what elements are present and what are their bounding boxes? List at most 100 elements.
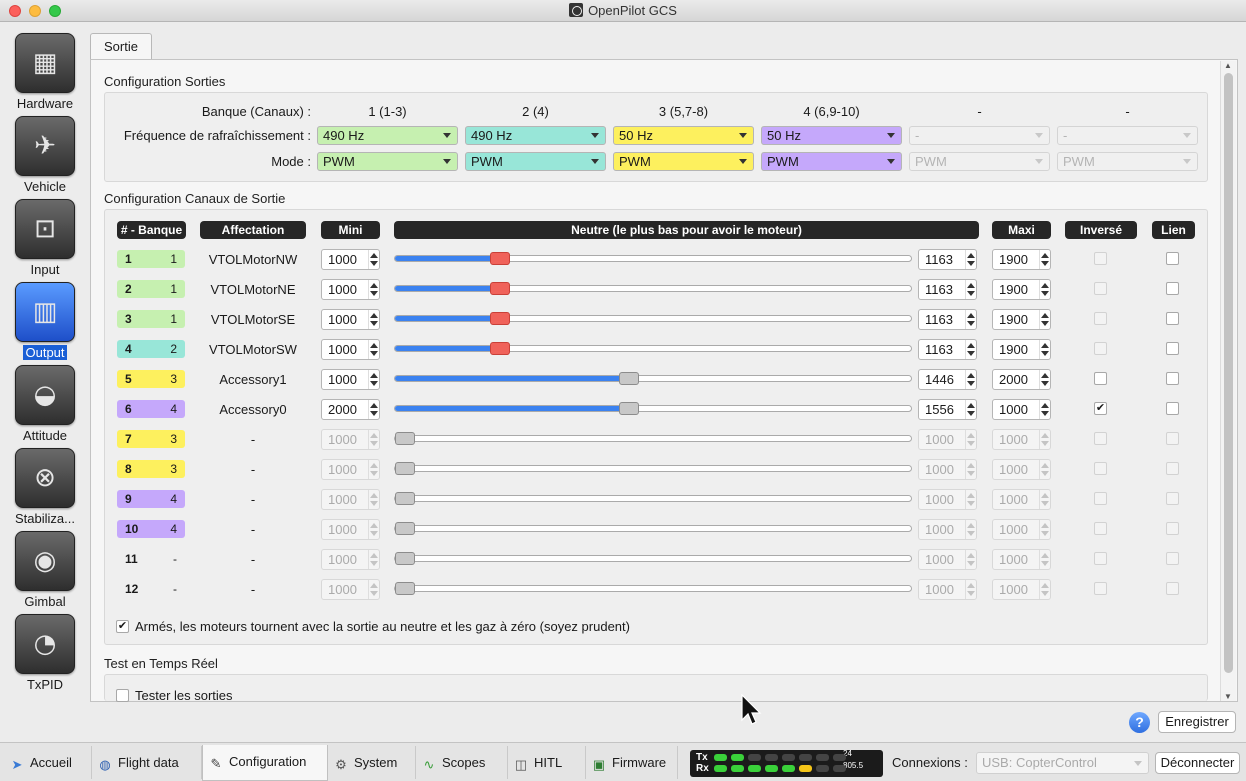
min-spinbox[interactable]: 1000 — [321, 249, 380, 270]
slider-handle[interactable] — [490, 342, 510, 355]
spin-arrows-icon[interactable] — [368, 580, 378, 599]
neutral-spinbox[interactable]: 1000 — [918, 519, 977, 540]
neutral-spinbox[interactable]: 1163 — [918, 249, 977, 270]
reversed-checkbox[interactable] — [1094, 312, 1107, 325]
link-checkbox[interactable] — [1166, 462, 1179, 475]
reversed-checkbox[interactable] — [1094, 372, 1107, 385]
slider-handle[interactable] — [619, 402, 639, 415]
bank-mode-select[interactable]: PWM — [761, 152, 902, 171]
disconnect-button[interactable]: Déconnecter — [1155, 752, 1240, 774]
neutral-spinbox[interactable]: 1000 — [918, 489, 977, 510]
bank-rate-select[interactable]: 490 Hz — [465, 126, 606, 145]
link-checkbox[interactable] — [1166, 522, 1179, 535]
spin-arrows-icon[interactable] — [965, 520, 975, 539]
link-checkbox[interactable] — [1166, 312, 1179, 325]
reversed-checkbox[interactable] — [1094, 492, 1107, 505]
bank-rate-select[interactable]: 50 Hz — [613, 126, 754, 145]
min-spinbox[interactable]: 1000 — [321, 279, 380, 300]
sidebar-item-output[interactable]: ▥ Output — [0, 282, 90, 362]
bank-rate-select[interactable]: 490 Hz — [317, 126, 458, 145]
bank-mode-select[interactable]: PWM — [909, 152, 1050, 171]
spin-arrows-icon[interactable] — [1039, 580, 1049, 599]
max-spinbox[interactable]: 1900 — [992, 279, 1051, 300]
tab-hitl[interactable]: ◫ HITL — [508, 746, 586, 779]
max-spinbox[interactable]: 1000 — [992, 579, 1051, 600]
connection-device-select[interactable]: USB: CopterControl — [976, 752, 1149, 774]
save-button[interactable]: Enregistrer — [1158, 711, 1236, 733]
spin-arrows-icon[interactable] — [368, 520, 378, 539]
bank-mode-select[interactable]: PWM — [465, 152, 606, 171]
max-spinbox[interactable]: 1000 — [992, 399, 1051, 420]
slider-handle[interactable] — [395, 432, 415, 445]
link-checkbox[interactable] — [1166, 432, 1179, 445]
link-checkbox[interactable] — [1166, 252, 1179, 265]
neutral-slider[interactable] — [394, 582, 912, 595]
reversed-checkbox[interactable] — [1094, 462, 1107, 475]
reversed-checkbox[interactable] — [1094, 582, 1107, 595]
slider-handle[interactable] — [490, 312, 510, 325]
sidebar-item-gimbal[interactable]: ◉ Gimbal — [0, 531, 90, 611]
slider-handle[interactable] — [395, 522, 415, 535]
min-spinbox[interactable]: 1000 — [321, 339, 380, 360]
neutral-slider[interactable] — [394, 252, 912, 265]
link-checkbox[interactable] — [1166, 402, 1179, 415]
bank-mode-select[interactable]: PWM — [1057, 152, 1198, 171]
link-checkbox[interactable] — [1166, 342, 1179, 355]
max-spinbox[interactable]: 1900 — [992, 309, 1051, 330]
spin-arrows-icon[interactable] — [1039, 550, 1049, 569]
slider-handle[interactable] — [395, 552, 415, 565]
spin-arrows-icon[interactable] — [965, 460, 975, 479]
tab-sortie[interactable]: Sortie — [90, 33, 152, 60]
scrollbar-thumb[interactable] — [1224, 73, 1233, 673]
spin-arrows-icon[interactable] — [1039, 340, 1049, 359]
min-spinbox[interactable]: 1000 — [321, 309, 380, 330]
neutral-slider[interactable] — [394, 402, 912, 415]
sidebar-item-vehicle[interactable]: ✈ Vehicle — [0, 116, 90, 196]
neutral-spinbox[interactable]: 1000 — [918, 549, 977, 570]
armed-checkbox[interactable]: ✔ — [116, 620, 129, 633]
scroll-up-icon[interactable]: ▲ — [1224, 61, 1232, 70]
reversed-checkbox[interactable] — [1094, 552, 1107, 565]
bank-rate-select[interactable]: - — [909, 126, 1050, 145]
help-icon[interactable]: ? — [1129, 712, 1150, 733]
neutral-slider[interactable] — [394, 492, 912, 505]
sidebar-item-hardware[interactable]: ▦ Hardware — [0, 33, 90, 113]
link-checkbox[interactable] — [1166, 492, 1179, 505]
min-spinbox[interactable]: 1000 — [321, 459, 380, 480]
neutral-spinbox[interactable]: 1556 — [918, 399, 977, 420]
tab-firmware[interactable]: ▣ Firmware — [586, 746, 678, 779]
reversed-checkbox[interactable] — [1094, 282, 1107, 295]
spin-arrows-icon[interactable] — [368, 490, 378, 509]
reversed-checkbox[interactable] — [1094, 432, 1107, 445]
min-spinbox[interactable]: 1000 — [321, 519, 380, 540]
spin-arrows-icon[interactable] — [368, 340, 378, 359]
spin-arrows-icon[interactable] — [965, 430, 975, 449]
tab-system[interactable]: ⚙ System — [328, 746, 416, 779]
min-spinbox[interactable]: 2000 — [321, 399, 380, 420]
slider-handle[interactable] — [395, 462, 415, 475]
spin-arrows-icon[interactable] — [965, 370, 975, 389]
spin-arrows-icon[interactable] — [965, 250, 975, 269]
sidebar-item-txpid[interactable]: ◔ TxPID — [0, 614, 90, 694]
reversed-checkbox[interactable] — [1094, 522, 1107, 535]
reversed-checkbox[interactable]: ✔ — [1094, 402, 1107, 415]
spin-arrows-icon[interactable] — [368, 280, 378, 299]
neutral-spinbox[interactable]: 1163 — [918, 309, 977, 330]
max-spinbox[interactable]: 1000 — [992, 429, 1051, 450]
sidebar-item-attitude[interactable]: ◒ Attitude — [0, 365, 90, 445]
spin-arrows-icon[interactable] — [1039, 250, 1049, 269]
neutral-spinbox[interactable]: 1000 — [918, 429, 977, 450]
neutral-slider[interactable] — [394, 282, 912, 295]
spin-arrows-icon[interactable] — [368, 400, 378, 419]
spin-arrows-icon[interactable] — [1039, 520, 1049, 539]
neutral-spinbox[interactable]: 1163 — [918, 339, 977, 360]
link-checkbox[interactable] — [1166, 372, 1179, 385]
min-spinbox[interactable]: 1000 — [321, 549, 380, 570]
spin-arrows-icon[interactable] — [368, 250, 378, 269]
neutral-slider[interactable] — [394, 432, 912, 445]
max-spinbox[interactable]: 1900 — [992, 249, 1051, 270]
neutral-slider[interactable] — [394, 372, 912, 385]
spin-arrows-icon[interactable] — [965, 490, 975, 509]
min-spinbox[interactable]: 1000 — [321, 579, 380, 600]
scroll-down-icon[interactable]: ▼ — [1224, 692, 1232, 701]
